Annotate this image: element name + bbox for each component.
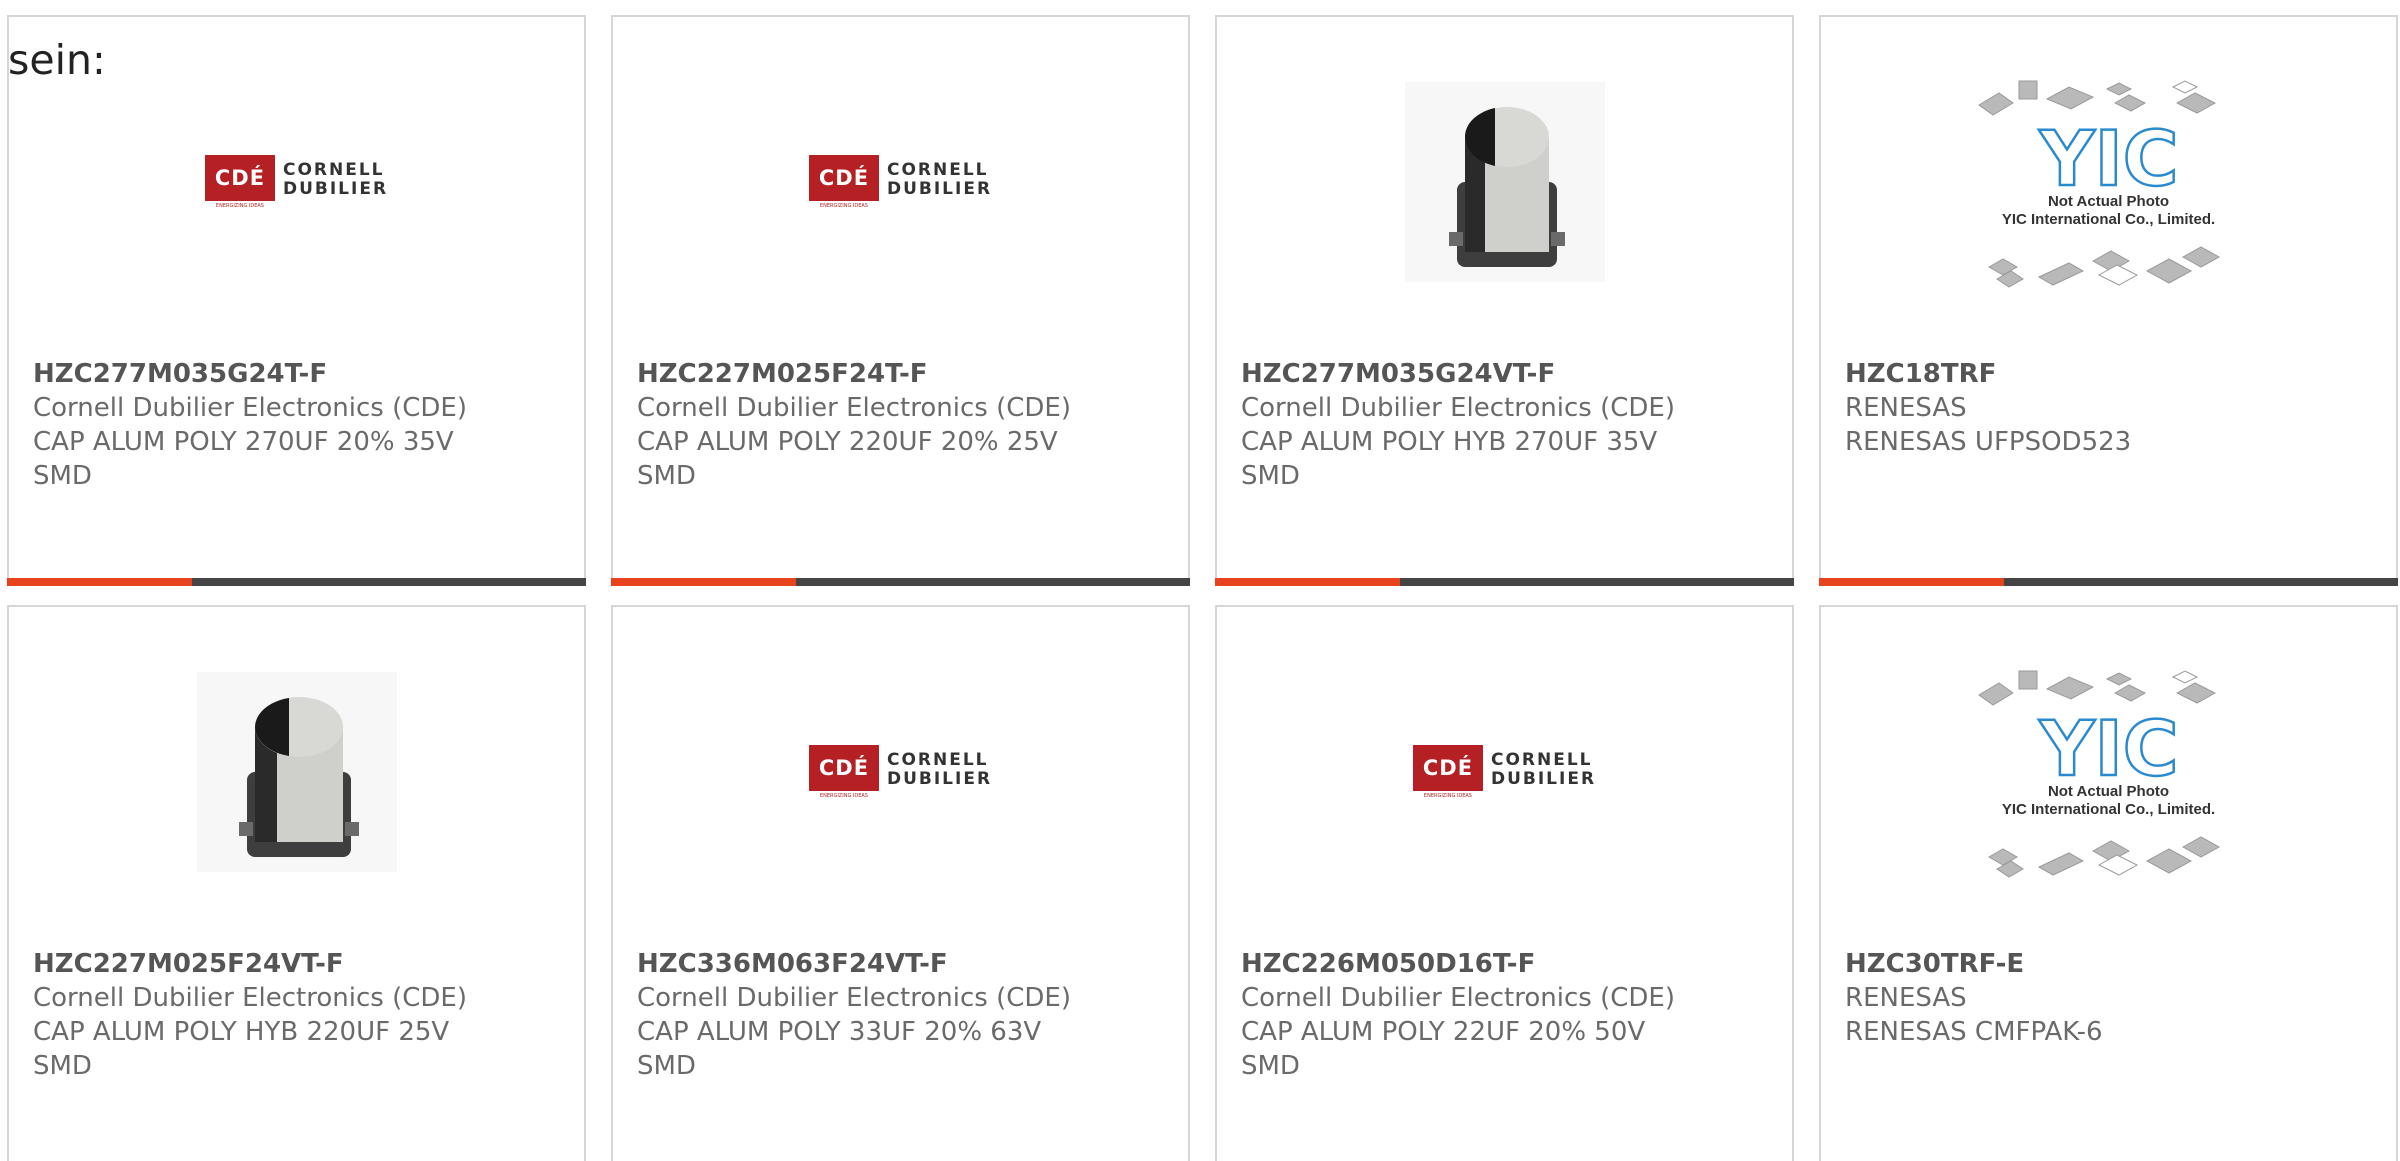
part-number-link[interactable]: HZC226M050D16T-F	[1241, 947, 1772, 981]
cde-logo-mark: CDÉ	[1412, 745, 1483, 791]
description: CAP ALUM POLY 22UF 20% 50V	[1241, 1017, 1646, 1047]
cde-logo-tagline: ENERGIZING IDEAS	[819, 793, 868, 799]
cde-logo-line2: DUBILIER	[886, 769, 993, 789]
description: RENESAS UFPSOD523	[1845, 427, 2132, 457]
yic-placeholder-image: YIC Not Actual Photo YIC International C…	[1969, 647, 2249, 897]
placeholder-note: Not Actual Photo	[2047, 783, 2170, 800]
card-bottom-bar	[1819, 578, 2398, 586]
placeholder-company: YIC International Co., Limited.	[2001, 801, 2216, 818]
product-card[interactable]: HZC227M025F24VT-F Cornell Dubilier Elect…	[7, 605, 586, 1161]
product-image[interactable]: CDÉ ENERGIZING IDEAS CORNELL DUBILIER	[613, 647, 1188, 897]
section-heading: sein:	[8, 36, 106, 84]
cde-logo-mark: CDÉ	[808, 745, 879, 791]
description: CAP ALUM POLY 270UF 20% 35V	[33, 427, 454, 457]
manufacturer: Cornell Dubilier Electronics (CDE)	[637, 983, 1071, 1013]
cde-logo: CDÉ ENERGIZING IDEAS CORNELL DUBILIER	[808, 155, 993, 209]
product-card[interactable]: YIC Not Actual Photo YIC International C…	[1819, 605, 2398, 1161]
part-number-link[interactable]: HZC336M063F24VT-F	[637, 947, 1168, 981]
yic-brand-mark: YIC	[2038, 704, 2178, 793]
product-card[interactable]: HZC277M035G24VT-F Cornell Dubilier Elect…	[1215, 15, 1794, 586]
part-number-link[interactable]: HZC277M035G24T-F	[33, 357, 564, 391]
cde-logo-line1: CORNELL	[886, 750, 989, 770]
package: SMD	[637, 461, 696, 491]
cde-logo-line2: DUBILIER	[282, 179, 389, 199]
product-grid-page: sein: CDÉ ENERGIZING IDEAS CORNELL DUBIL…	[0, 0, 2400, 1161]
cde-logo-line1: CORNELL	[886, 160, 989, 180]
description: CAP ALUM POLY HYB 220UF 25V	[33, 1017, 450, 1047]
part-number-link[interactable]: HZC18TRF	[1845, 357, 2376, 391]
package: SMD	[637, 1051, 696, 1081]
capacitor-photo	[1404, 82, 1605, 282]
card-bottom-bar	[1215, 578, 1794, 586]
product-image[interactable]	[9, 647, 584, 897]
yic-placeholder-image: YIC Not Actual Photo YIC International C…	[1969, 57, 2249, 307]
card-bottom-bar	[7, 578, 586, 586]
cde-logo-tagline: ENERGIZING IDEAS	[1423, 793, 1472, 799]
product-image[interactable]: CDÉ ENERGIZING IDEAS CORNELL DUBILIER	[613, 57, 1188, 307]
part-number-link[interactable]: HZC227M025F24T-F	[637, 357, 1168, 391]
manufacturer: RENESAS	[1845, 393, 1967, 423]
manufacturer: Cornell Dubilier Electronics (CDE)	[1241, 983, 1675, 1013]
capacitor-photo	[196, 672, 397, 872]
product-card[interactable]: CDÉ ENERGIZING IDEAS CORNELL DUBILIER HZ…	[611, 605, 1190, 1161]
placeholder-note: Not Actual Photo	[2047, 193, 2170, 210]
card-bottom-bar	[611, 578, 1190, 586]
part-number-link[interactable]: HZC277M035G24VT-F	[1241, 357, 1772, 391]
placeholder-company: YIC International Co., Limited.	[2001, 211, 2216, 228]
manufacturer: Cornell Dubilier Electronics (CDE)	[33, 983, 467, 1013]
description: CAP ALUM POLY 33UF 20% 63V	[637, 1017, 1042, 1047]
cde-logo-line2: DUBILIER	[1490, 769, 1597, 789]
manufacturer: Cornell Dubilier Electronics (CDE)	[637, 393, 1071, 423]
package: SMD	[1241, 1051, 1300, 1081]
product-card[interactable]: CDÉ ENERGIZING IDEAS CORNELL DUBILIER HZ…	[611, 15, 1190, 586]
yic-brand-mark: YIC	[2038, 114, 2178, 203]
cde-logo: CDÉ ENERGIZING IDEAS CORNELL DUBILIER	[204, 155, 389, 209]
description: CAP ALUM POLY 220UF 20% 25V	[637, 427, 1058, 457]
product-image[interactable]: YIC Not Actual Photo YIC International C…	[1821, 57, 2396, 307]
part-number-link[interactable]: HZC227M025F24VT-F	[33, 947, 564, 981]
cde-logo-mark: CDÉ	[204, 155, 275, 201]
description: CAP ALUM POLY HYB 270UF 35V	[1241, 427, 1658, 457]
product-image[interactable]: YIC Not Actual Photo YIC International C…	[1821, 647, 2396, 897]
cde-logo-tagline: ENERGIZING IDEAS	[819, 203, 868, 209]
cde-logo-tagline: ENERGIZING IDEAS	[215, 203, 264, 209]
cde-logo-line2: DUBILIER	[886, 179, 993, 199]
manufacturer: Cornell Dubilier Electronics (CDE)	[33, 393, 467, 423]
manufacturer: Cornell Dubilier Electronics (CDE)	[1241, 393, 1675, 423]
cde-logo-line1: CORNELL	[1490, 750, 1593, 770]
cde-logo-mark: CDÉ	[808, 155, 879, 201]
product-image[interactable]: CDÉ ENERGIZING IDEAS CORNELL DUBILIER	[1217, 647, 1792, 897]
package: SMD	[33, 461, 92, 491]
cde-logo: CDÉ ENERGIZING IDEAS CORNELL DUBILIER	[808, 745, 993, 799]
product-image[interactable]: CDÉ ENERGIZING IDEAS CORNELL DUBILIER	[9, 57, 584, 307]
part-number-link[interactable]: HZC30TRF-E	[1845, 947, 2376, 981]
product-image[interactable]	[1217, 57, 1792, 307]
product-card[interactable]: YIC Not Actual Photo YIC International C…	[1819, 15, 2398, 586]
package: SMD	[1241, 461, 1300, 491]
product-card[interactable]: CDÉ ENERGIZING IDEAS CORNELL DUBILIER HZ…	[7, 15, 586, 586]
description: RENESAS CMFPAK-6	[1845, 1017, 2103, 1047]
product-card[interactable]: CDÉ ENERGIZING IDEAS CORNELL DUBILIER HZ…	[1215, 605, 1794, 1161]
manufacturer: RENESAS	[1845, 983, 1967, 1013]
cde-logo-line1: CORNELL	[282, 160, 385, 180]
package: SMD	[33, 1051, 92, 1081]
cde-logo: CDÉ ENERGIZING IDEAS CORNELL DUBILIER	[1412, 745, 1597, 799]
